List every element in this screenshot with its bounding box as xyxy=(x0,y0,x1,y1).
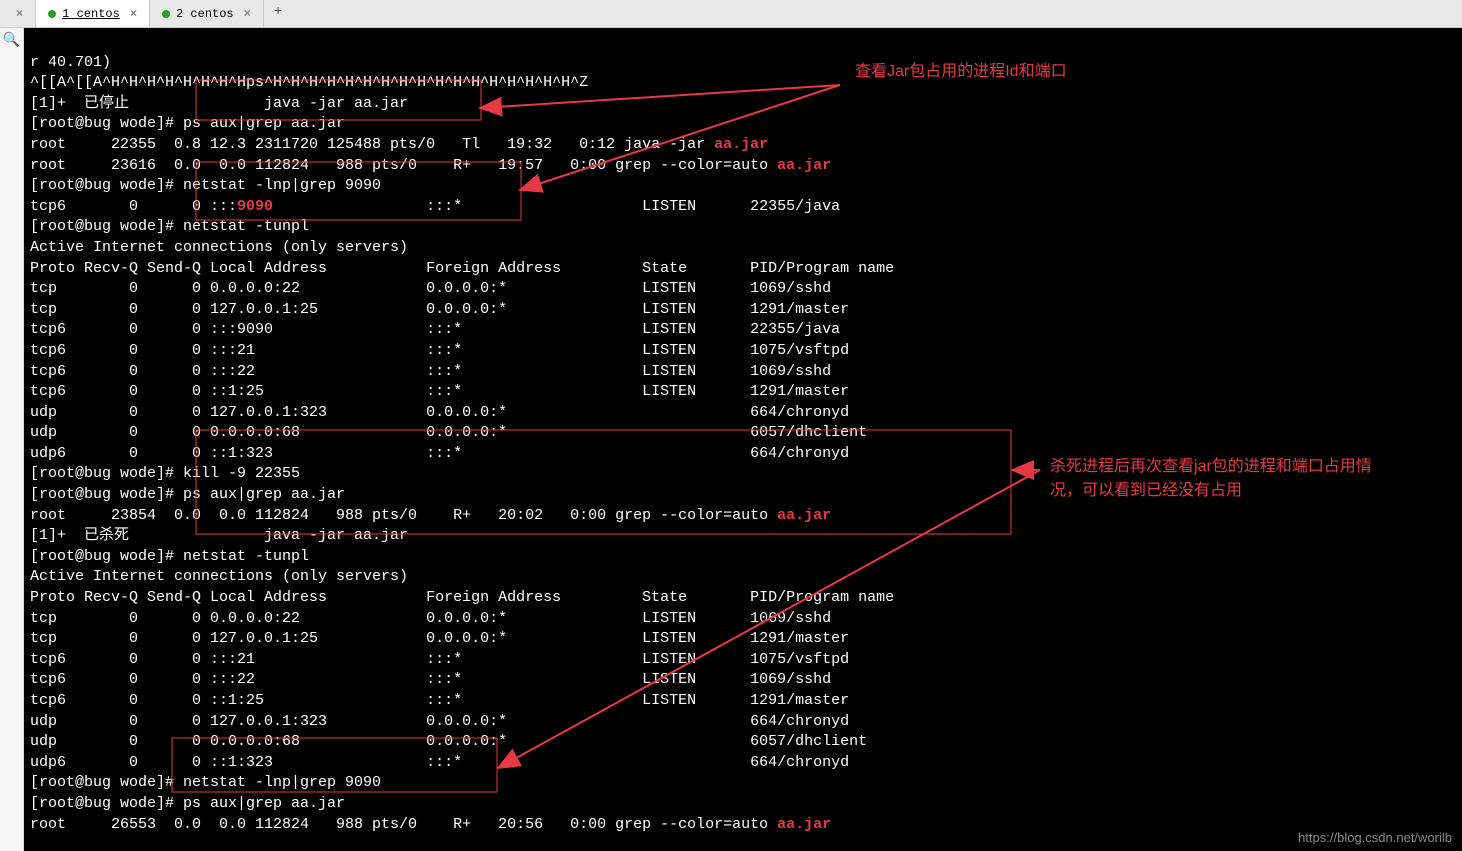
tab-close-left[interactable]: × xyxy=(0,0,36,27)
netstat-row: udp 0 0 0.0.0.0:68 0.0.0.0:* 6057/dhclie… xyxy=(30,733,867,750)
prompt: [root@bug wode]# xyxy=(30,486,183,503)
annotation-text-2: 杀死进程后再次查看jar包的进程和端口占用情况，可以看到已经没有占用 xyxy=(1050,455,1380,503)
netstat-row: udp6 0 0 ::1:323 :::* 664/chronyd xyxy=(30,754,849,771)
watermark: https://blog.csdn.net/worilb xyxy=(1298,830,1452,845)
term-line: [1]+ 已停止 java -jar aa.jar xyxy=(30,95,408,112)
match-highlight: aa.jar xyxy=(714,136,768,153)
side-gutter: 🔍 xyxy=(0,28,24,851)
tab-label: 2 centos xyxy=(176,7,234,21)
command: kill -9 22355 xyxy=(183,465,300,482)
netstat-row: tcp 0 0 127.0.0.1:25 0.0.0.0:* LISTEN 12… xyxy=(30,630,849,647)
tab-1-centos[interactable]: 1 centos × xyxy=(36,0,150,27)
command: netstat -tunpl xyxy=(183,218,309,235)
netstat-header: Active Internet connections (only server… xyxy=(30,239,408,256)
netstat-columns: Proto Recv-Q Send-Q Local Address Foreig… xyxy=(30,589,894,606)
command: netstat -lnp|grep 9090 xyxy=(183,774,381,791)
tab-bar: × 1 centos × 2 centos × + xyxy=(0,0,1462,28)
new-tab-button[interactable]: + xyxy=(264,0,292,27)
term-line: [1]+ 已杀死 java -jar aa.jar xyxy=(30,527,408,544)
command: netstat -tunpl xyxy=(183,548,309,565)
netstat-line: tcp6 0 0 ::: xyxy=(30,198,237,215)
ps-output: root 23854 0.0 0.0 112824 988 pts/0 R+ 2… xyxy=(30,507,777,524)
netstat-row: tcp6 0 0 :::9090 :::* LISTEN 22355/java xyxy=(30,321,840,338)
netstat-row: tcp 0 0 0.0.0.0:22 0.0.0.0:* LISTEN 1069… xyxy=(30,610,831,627)
tab-2-centos[interactable]: 2 centos × xyxy=(150,0,264,27)
ps-output: root 23616 0.0 0.0 112824 988 pts/0 R+ 1… xyxy=(30,157,777,174)
prompt: [root@bug wode]# xyxy=(30,218,183,235)
netstat-row: tcp6 0 0 :::22 :::* LISTEN 1069/sshd xyxy=(30,363,831,380)
netstat-row: udp 0 0 127.0.0.1:323 0.0.0.0:* 664/chro… xyxy=(30,404,849,421)
prompt: [root@bug wode]# xyxy=(30,548,183,565)
netstat-line: :::* LISTEN 22355/java xyxy=(273,198,840,215)
annotation-text-1: 查看Jar包占用的进程Id和端口 xyxy=(855,60,1067,84)
ps-output: root 22355 0.8 12.3 2311720 125488 pts/0… xyxy=(30,136,714,153)
netstat-row: udp 0 0 0.0.0.0:68 0.0.0.0:* 6057/dhclie… xyxy=(30,424,867,441)
close-icon[interactable]: × xyxy=(244,7,251,21)
search-icon[interactable]: 🔍 xyxy=(3,33,20,49)
netstat-columns: Proto Recv-Q Send-Q Local Address Foreig… xyxy=(30,260,894,277)
prompt: [root@bug wode]# xyxy=(30,115,183,132)
prompt: [root@bug wode]# xyxy=(30,177,183,194)
command: ps aux|grep aa.jar xyxy=(183,795,345,812)
match-highlight: aa.jar xyxy=(777,157,831,174)
port-highlight: 9090 xyxy=(237,198,273,215)
netstat-row: tcp 0 0 0.0.0.0:22 0.0.0.0:* LISTEN 1069… xyxy=(30,280,831,297)
term-line: ^[[A^[[A^H^H^H^H^H^H^H^Hps^H^H^H^H^H^H^H… xyxy=(30,74,588,91)
command: netstat -lnp|grep 9090 xyxy=(183,177,381,194)
netstat-row: tcp6 0 0 :::21 :::* LISTEN 1075/vsftpd xyxy=(30,342,849,359)
match-highlight: aa.jar xyxy=(777,816,831,833)
prompt: [root@bug wode]# xyxy=(30,465,183,482)
command: ps aux|grep aa.jar xyxy=(183,486,345,503)
match-highlight: aa.jar xyxy=(777,507,831,524)
netstat-header: Active Internet connections (only server… xyxy=(30,568,408,585)
command: ps aux|grep aa.jar xyxy=(183,115,345,132)
netstat-row: tcp6 0 0 ::1:25 :::* LISTEN 1291/master xyxy=(30,383,849,400)
prompt: [root@bug wode]# xyxy=(30,774,183,791)
term-line: r 40.701) xyxy=(30,54,111,71)
netstat-row: udp 0 0 127.0.0.1:323 0.0.0.0:* 664/chro… xyxy=(30,713,849,730)
close-icon[interactable]: × xyxy=(130,7,137,21)
netstat-row: tcp6 0 0 ::1:25 :::* LISTEN 1291/master xyxy=(30,692,849,709)
netstat-row: tcp 0 0 127.0.0.1:25 0.0.0.0:* LISTEN 12… xyxy=(30,301,849,318)
prompt: [root@bug wode]# xyxy=(30,795,183,812)
ps-output: root 26553 0.0 0.0 112824 988 pts/0 R+ 2… xyxy=(30,816,777,833)
status-dot-icon xyxy=(162,10,170,18)
netstat-row: udp6 0 0 ::1:323 :::* 664/chronyd xyxy=(30,445,849,462)
tab-label: 1 centos xyxy=(62,7,120,21)
netstat-row: tcp6 0 0 :::21 :::* LISTEN 1075/vsftpd xyxy=(30,651,849,668)
status-dot-icon xyxy=(48,10,56,18)
netstat-row: tcp6 0 0 :::22 :::* LISTEN 1069/sshd xyxy=(30,671,831,688)
terminal[interactable]: r 40.701) ^[[A^[[A^H^H^H^H^H^H^H^Hps^H^H… xyxy=(24,28,1462,851)
